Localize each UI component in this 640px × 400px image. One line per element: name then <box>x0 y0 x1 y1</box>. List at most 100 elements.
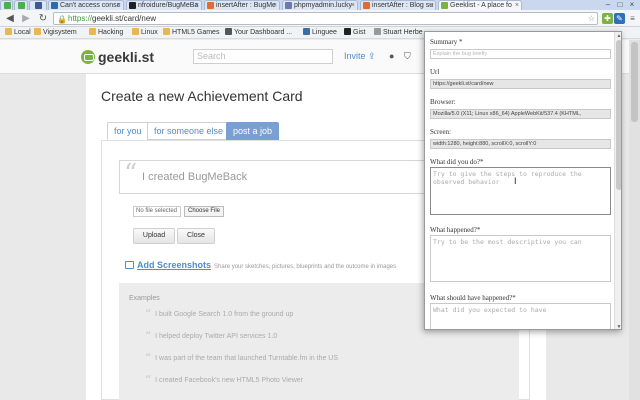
github-icon <box>129 2 136 9</box>
bookmark-item[interactable]: Linguee <box>303 27 337 38</box>
window-controls: – □ × <box>602 0 638 10</box>
maximize-icon[interactable]: □ <box>614 0 626 9</box>
bookmark-item[interactable]: Local <box>5 27 31 38</box>
forward-icon[interactable]: ▶ <box>19 12 33 25</box>
browser-toolbar: ◀ ▶ ↻ 🔒 https://geekli.st/card/new ☆ ✚ ✎… <box>0 10 640 27</box>
shield-icon[interactable]: ⛉ <box>404 51 411 62</box>
bookmark-label: Your Dashboard ... <box>234 29 293 36</box>
close-icon[interactable]: × <box>351 1 355 10</box>
close-button[interactable]: Close <box>177 228 215 244</box>
tab-label: insertAfter : BugMe <box>216 2 276 9</box>
github-icon <box>344 28 351 35</box>
browser-tab[interactable]: insertAfter : Blog su × <box>360 0 436 10</box>
bookmark-item[interactable]: Stuart Herbe <box>374 27 423 38</box>
lock-icon: 🔒 <box>57 15 67 24</box>
summary-input[interactable]: Explain the bug briefly <box>430 49 611 59</box>
browser-tab[interactable]: nfroidure/BugMeBa × <box>126 0 202 10</box>
close-icon[interactable]: × <box>195 1 199 10</box>
folder-icon <box>89 28 96 35</box>
what-should-have-happened-textarea[interactable]: What did you expected to have <box>430 303 611 329</box>
close-window-icon[interactable]: × <box>626 0 638 9</box>
browser-tab-active[interactable]: Geeklist - A place fo × <box>438 0 522 10</box>
choose-file-button[interactable]: Choose File <box>184 206 224 217</box>
back-icon[interactable]: ◀ <box>3 12 17 25</box>
linguee-icon <box>303 28 310 35</box>
tab-label: phpmyadmin.lucky <box>294 2 352 9</box>
add-screenshots-description: Share your sketches, pictures, blueprint… <box>214 264 397 270</box>
minimize-icon[interactable]: – <box>602 0 614 9</box>
reload-icon[interactable]: ↻ <box>36 12 50 25</box>
close-icon[interactable]: × <box>273 1 277 10</box>
quote-icon: “ <box>124 159 138 189</box>
bookmark-item[interactable]: HTML5 Games <box>163 27 219 38</box>
url-label: Url <box>430 68 440 76</box>
tab-label: Can't access consc <box>60 2 121 9</box>
add-screenshots-link[interactable]: Add Screenshots <box>137 260 211 270</box>
page-icon <box>374 28 381 35</box>
scrollbar-thumb[interactable] <box>631 42 638 122</box>
invite-link[interactable]: Invite ⇪ <box>344 51 376 62</box>
logo-text: geekli.st <box>98 49 155 65</box>
bookmark-label: Vigisystem <box>43 29 77 36</box>
page-scrollbar[interactable] <box>629 40 640 400</box>
browser-tab[interactable]: phpmyadmin.lucky × <box>282 0 358 10</box>
scroll-down-icon[interactable]: ▼ <box>615 323 621 329</box>
close-icon[interactable]: × <box>515 1 519 10</box>
bookmark-label: Gist <box>353 29 366 36</box>
dashboard-icon <box>225 28 232 35</box>
geeklist-logo[interactable]: geekli.st <box>81 49 154 65</box>
bookmark-label: Linguee <box>312 29 337 36</box>
quote-icon: “ <box>145 373 152 387</box>
extension-icon[interactable]: ✚ <box>602 13 613 24</box>
example-item: “I was part of the team that launched Tu… <box>145 351 338 365</box>
file-name-field: No file selected <box>133 206 181 217</box>
example-text: I was part of the team that launched Tur… <box>155 355 339 362</box>
scroll-up-icon[interactable]: ▲ <box>615 32 621 40</box>
bookmark-item[interactable]: Gist <box>344 27 366 38</box>
address-bar[interactable]: 🔒 https://geekli.st/card/new <box>53 12 598 25</box>
tab-post-a-job[interactable]: post a job <box>226 122 280 140</box>
upload-button[interactable]: Upload <box>133 228 175 244</box>
menu-icon[interactable]: ≡ <box>627 13 638 24</box>
screen-field: width:1280, height:880, scrollX:0, scrol… <box>430 139 611 149</box>
close-icon[interactable]: × <box>429 1 433 10</box>
what-did-you-do-label: What did you do?* <box>430 158 484 166</box>
example-text: I created Facebook's new HTML5 Photo Vie… <box>155 377 304 384</box>
camera-icon <box>125 261 134 269</box>
bookmark-item[interactable]: Hacking <box>89 27 123 38</box>
example-item: “I built Google Search 1.0 from the grou… <box>145 307 293 321</box>
browser-tab[interactable]: Can't access consc × <box>48 0 124 10</box>
tab-favicon <box>207 2 214 9</box>
bookmark-item[interactable]: Linux <box>132 27 158 38</box>
browser-tab[interactable] <box>14 0 28 10</box>
tab-favicon <box>285 2 292 9</box>
popup-scrollbar-thumb[interactable] <box>616 40 621 190</box>
bookmark-item[interactable]: Vigisystem <box>34 27 77 38</box>
text-cursor-icon: I <box>514 176 517 186</box>
screen-label: Screen: <box>430 128 451 136</box>
what-did-you-do-textarea[interactable]: Try to give the steps to reproduce the o… <box>430 167 611 215</box>
summary-label: Summary * <box>430 38 463 46</box>
bookmark-item[interactable]: Your Dashboard ... <box>225 27 293 38</box>
star-icon[interactable]: ☆ <box>586 13 597 24</box>
tab-for-someone-else[interactable]: for someone else <box>147 122 231 140</box>
browser-tab[interactable] <box>29 0 47 10</box>
popup-scrollbar[interactable]: ▲ ▼ <box>614 32 621 329</box>
user-icon[interactable]: ● <box>389 51 394 61</box>
close-icon[interactable]: × <box>117 1 121 10</box>
bookmark-label: Local <box>14 29 31 36</box>
what-happened-textarea[interactable]: Try to be the most descriptive you can <box>430 235 611 282</box>
quote-icon: “ <box>145 329 152 343</box>
folder-icon <box>34 28 41 35</box>
tab-for-you[interactable]: for you <box>107 122 149 140</box>
browser-tab[interactable] <box>0 0 13 10</box>
example-item: “I helped deploy Twitter API services 1.… <box>145 329 277 343</box>
site-search-input[interactable]: Search <box>193 49 333 64</box>
bug-extension-icon[interactable]: ✎ <box>614 13 625 24</box>
example-text: I helped deploy Twitter API services 1.0 <box>155 333 278 340</box>
browser-label: Browser: <box>430 98 456 106</box>
url-scheme: https:// <box>68 14 93 23</box>
quote-icon: “ <box>145 307 152 321</box>
browser-tab[interactable]: insertAfter : BugMe × <box>204 0 280 10</box>
url-field: https://geekli.st/card/new <box>430 79 611 89</box>
